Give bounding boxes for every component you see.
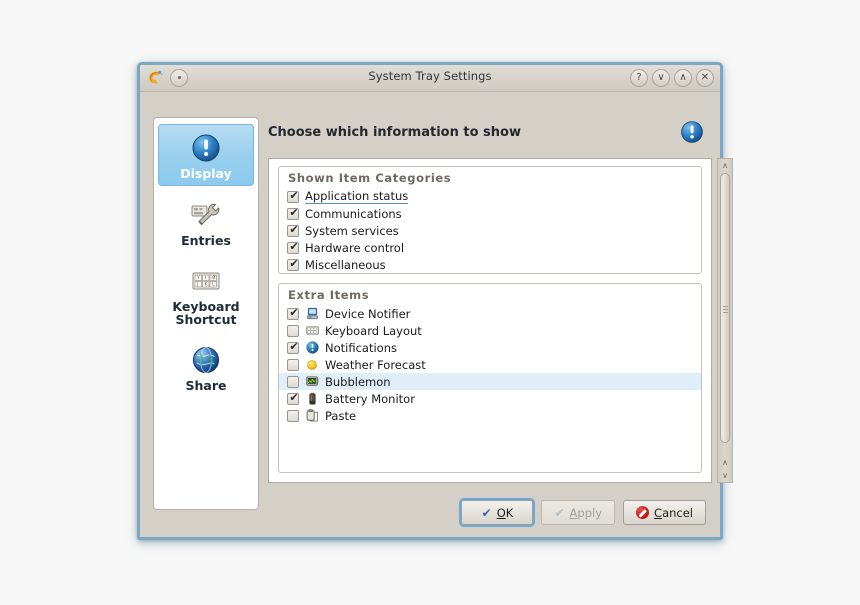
titlebar-right-buttons: ? ∨ ∧ ✕	[630, 69, 714, 87]
page-title: Choose which information to show	[268, 125, 521, 140]
checkmark-icon: ✔	[481, 505, 492, 520]
device-notifier-icon	[305, 307, 319, 321]
keyboard-icon: YIØ JKL	[160, 264, 252, 297]
info-circle-icon	[680, 120, 704, 148]
row-label: Communications	[305, 206, 402, 221]
checkbox[interactable]	[287, 324, 299, 337]
sun-icon	[305, 358, 319, 372]
keyboard-icon	[305, 324, 319, 338]
row-label: Bubblemon	[325, 374, 391, 389]
checkbox-row-notifications[interactable]: Notifications	[279, 339, 701, 356]
sidebar-item-keyboard-shortcut[interactable]: YIØ JKL Keyboard Shortcut	[158, 258, 254, 331]
maximize-button[interactable]: ∧	[674, 69, 692, 87]
ok-button[interactable]: ✔ OK	[461, 500, 534, 525]
cancel-button[interactable]: Cancel	[623, 500, 706, 525]
scrollbar-thumb[interactable]	[720, 173, 730, 443]
apply-button[interactable]: ✔ Apply	[541, 500, 616, 525]
checkbox-row-bubblemon[interactable]: Bubblemon	[279, 373, 701, 390]
checkbox[interactable]	[287, 207, 300, 220]
checkbox-row-keyboard-layout[interactable]: Keyboard Layout	[279, 322, 701, 339]
battery-icon	[305, 392, 319, 406]
checkbox-row-battery-monitor[interactable]: Battery Monitor	[279, 390, 701, 407]
row-label: Notifications	[325, 340, 397, 355]
group-extra-items: Extra Items Device Notifier	[278, 283, 702, 473]
content-header: Choose which information to show	[268, 120, 706, 154]
sidebar-item-label: Share	[185, 378, 227, 393]
info-circle-icon	[305, 341, 319, 355]
checkbox-row-communications[interactable]: Communications	[279, 205, 701, 222]
checkbox-row-application-status[interactable]: Application status	[279, 188, 701, 205]
sidebar-item-display[interactable]: Display	[158, 124, 254, 186]
row-label: Miscellaneous	[305, 257, 386, 272]
monitor-icon	[305, 375, 319, 389]
row-label: Application status	[305, 189, 409, 204]
svg-text:K: K	[205, 281, 208, 286]
vertical-scrollbar[interactable]: ∧ ∧ ∨	[717, 158, 733, 483]
sidebar-item-label: Keyboard Shortcut	[172, 299, 240, 327]
checkbox[interactable]	[287, 241, 300, 254]
window-body: Display Entries Y I Ø J K L Keyboard Sho…	[140, 92, 733, 537]
clipboard-icon	[305, 409, 319, 423]
checkbox[interactable]	[287, 358, 299, 371]
row-label: System services	[305, 223, 399, 238]
checkbox-row-weather-forecast[interactable]: Weather Forecast	[279, 356, 701, 373]
checkmark-icon: ✔	[554, 505, 565, 520]
checkbox-row-miscellaneous[interactable]: Miscellaneous	[279, 256, 701, 273]
window-titlebar: System Tray Settings ? ∨ ∧ ✕	[140, 65, 720, 92]
apply-button-label: Apply	[569, 505, 603, 520]
checkbox-row-device-notifier[interactable]: Device Notifier	[279, 305, 701, 322]
checkbox[interactable]	[287, 190, 300, 203]
checkbox-row-paste[interactable]: Paste	[279, 407, 701, 424]
group-shown-item-categories: Shown Item Categories Application status…	[278, 166, 702, 274]
sidebar-item-entries[interactable]: Entries	[158, 192, 254, 252]
close-button[interactable]: ✕	[696, 69, 714, 87]
settings-window: System Tray Settings ? ∨ ∧ ✕ Display Ent…	[137, 62, 733, 540]
scroll-up-button[interactable]: ∧	[718, 159, 732, 172]
checkbox[interactable]	[287, 307, 300, 320]
dialog-button-bar: ✔ OK ✔ Apply Cancel	[461, 500, 706, 525]
sidebar-item-share[interactable]: Share	[158, 337, 254, 397]
checkbox-row-hardware-control[interactable]: Hardware control	[279, 239, 701, 256]
checkbox[interactable]	[287, 224, 300, 237]
sidebar-item-label: Entries	[181, 233, 231, 248]
cancel-button-label: Cancel	[654, 505, 693, 520]
wrench-icon	[160, 198, 252, 231]
svg-text:I: I	[205, 275, 206, 280]
sidebar-item-label: Display	[180, 166, 232, 181]
checkbox[interactable]	[287, 409, 299, 422]
shade-button[interactable]: ∨	[652, 69, 670, 87]
checkbox[interactable]	[287, 375, 299, 388]
row-label: Hardware control	[305, 240, 405, 255]
group-title: Shown Item Categories	[288, 171, 452, 185]
grip-line	[723, 312, 728, 313]
stop-icon	[636, 506, 650, 519]
checkbox-row-system-services[interactable]: System services	[279, 222, 701, 239]
checkbox[interactable]	[287, 392, 300, 405]
grip-line	[723, 309, 728, 310]
row-label: Battery Monitor	[325, 391, 415, 406]
row-label: Device Notifier	[325, 306, 411, 321]
row-label: Keyboard Layout	[325, 323, 422, 338]
row-label: Paste	[325, 408, 357, 423]
checkbox[interactable]	[287, 341, 300, 354]
grip-line	[723, 306, 728, 307]
settings-scroll-area: Shown Item Categories Application status…	[268, 158, 712, 483]
settings-sidebar: Display Entries Y I Ø J K L Keyboard Sho…	[153, 117, 259, 510]
group-title: Extra Items	[288, 288, 370, 302]
svg-text:J: J	[196, 281, 198, 286]
ok-button-label: OK	[496, 505, 514, 520]
svg-text:Ø: Ø	[212, 275, 215, 280]
globe-icon	[160, 343, 252, 376]
row-label: Weather Forecast	[325, 357, 426, 372]
scroll-down-button[interactable]: ∨	[718, 469, 732, 482]
checkbox[interactable]	[287, 258, 300, 271]
scroll-up-button-secondary[interactable]: ∧	[718, 456, 732, 469]
help-button[interactable]: ?	[630, 69, 648, 87]
info-circle-icon	[161, 131, 251, 164]
svg-text:Y: Y	[196, 275, 200, 280]
